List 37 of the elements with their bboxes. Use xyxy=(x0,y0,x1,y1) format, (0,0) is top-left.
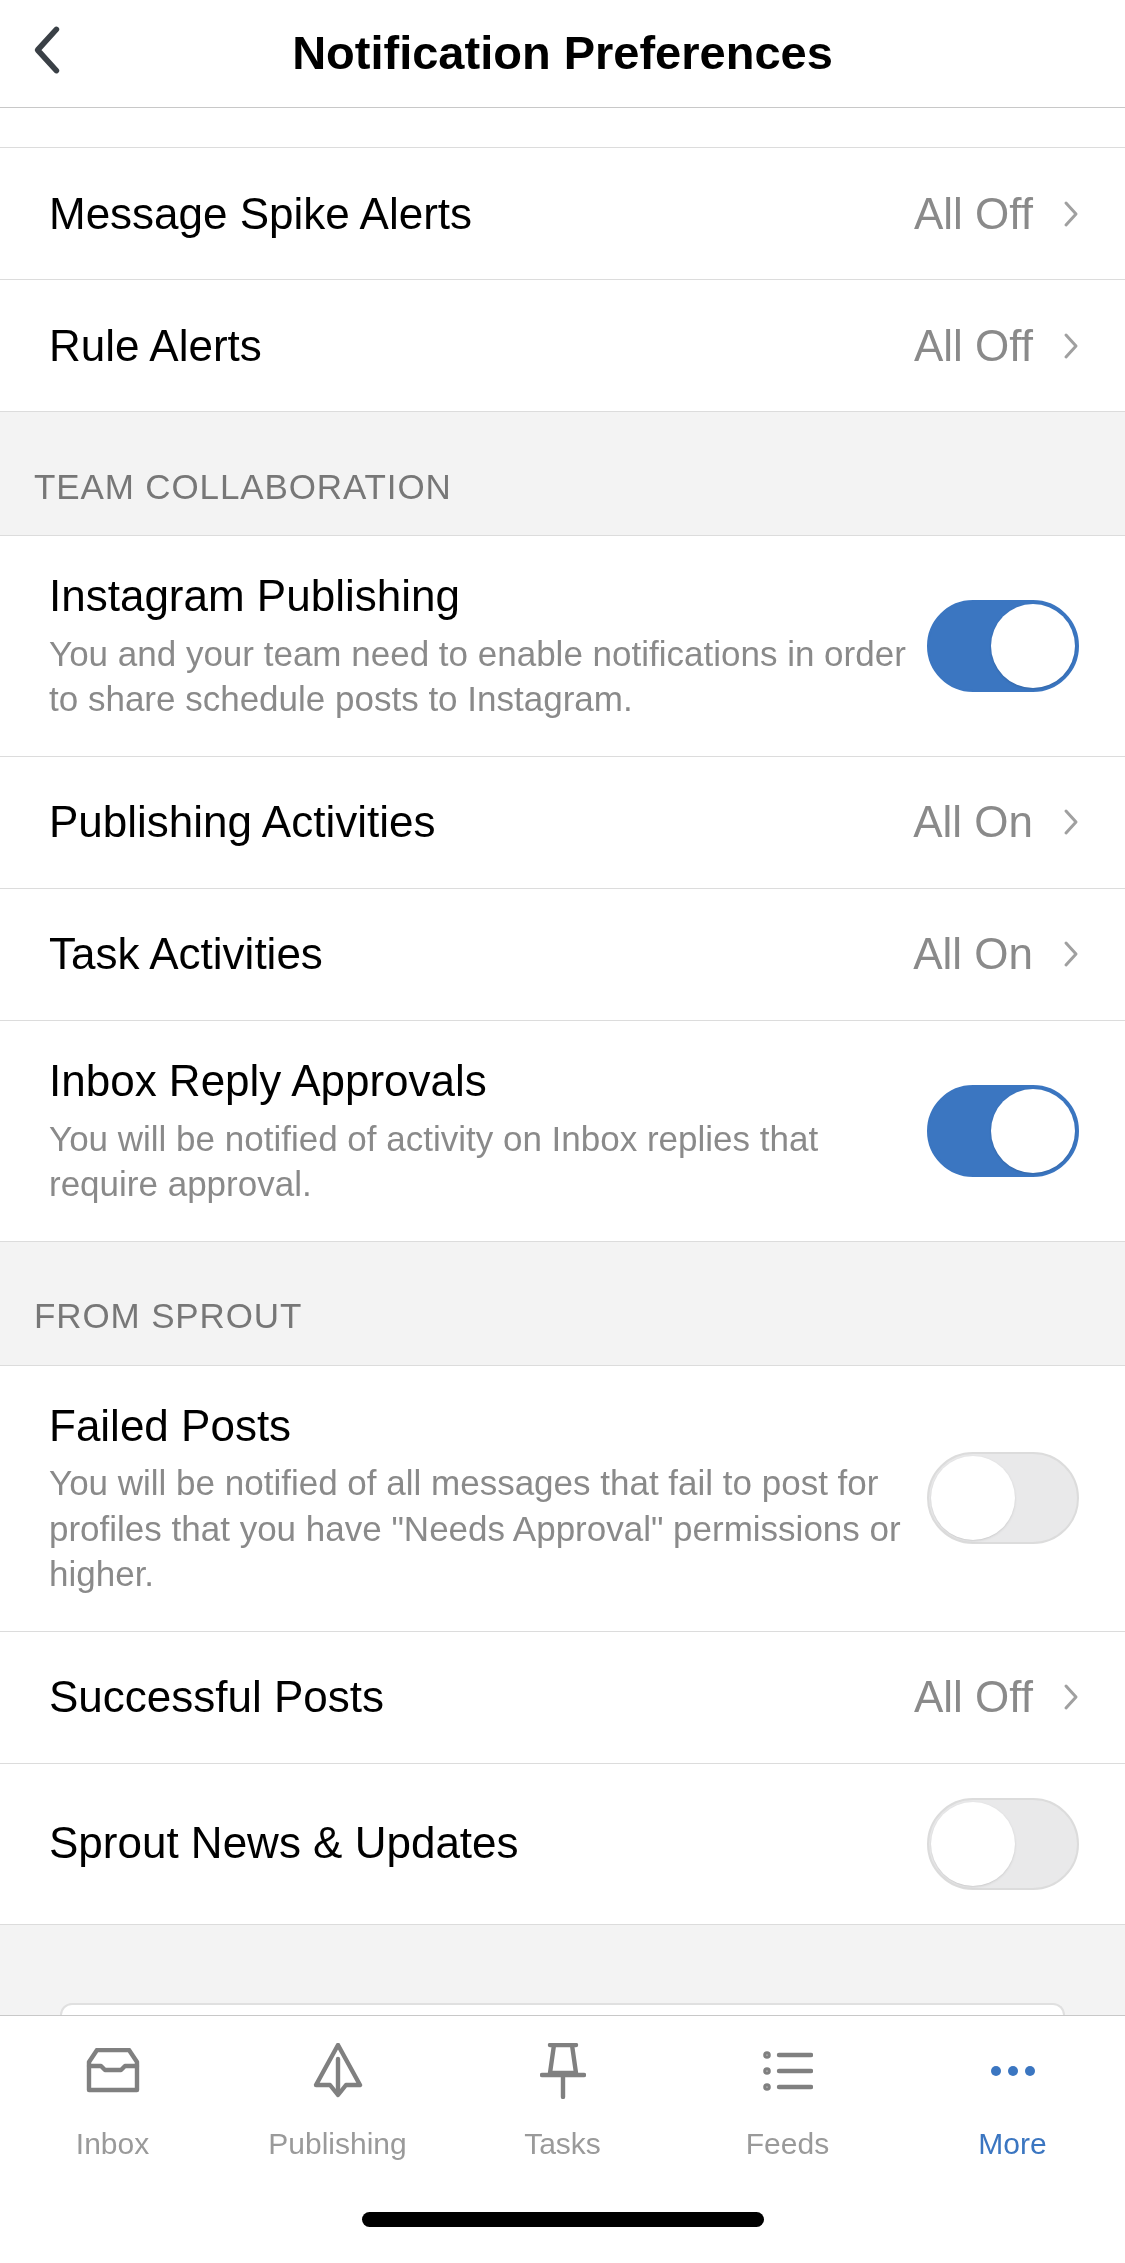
back-chevron-icon xyxy=(32,23,62,77)
settings-row[interactable]: Publishing Activities All On xyxy=(0,756,1125,889)
row-value: All Off xyxy=(914,187,1033,240)
chevron-right-icon xyxy=(1063,1683,1079,1712)
settings-row[interactable]: Successful Posts All Off xyxy=(0,1631,1125,1764)
row-description: You will be notified of activity on Inbox replies that require approval. xyxy=(49,1117,820,1206)
row-description: You and your team need to enable notifications in order to share schedule posts to Instagram. xyxy=(49,632,907,721)
row-label: Rule Alerts xyxy=(49,319,263,372)
tab-button[interactable]: More xyxy=(900,2016,1125,2176)
settings-row[interactable]: Message Spike Alerts All Off xyxy=(0,148,1125,280)
row-value: All Off xyxy=(914,1671,1033,1724)
chevron-right-icon xyxy=(1063,940,1079,969)
list-icon xyxy=(762,2049,813,2093)
pushpin-icon xyxy=(539,2043,586,2099)
row-value: All Off xyxy=(914,319,1033,372)
row-label: Message Spike Alerts xyxy=(49,187,474,240)
row-value: All On xyxy=(913,796,1033,849)
row-label: Sprout News & Updates xyxy=(49,1817,520,1870)
page-title: Notification Preferences xyxy=(292,25,833,82)
chevron-right-icon xyxy=(1063,331,1079,360)
section-header: FROM SPROUT xyxy=(34,1295,303,1338)
row-label: Instagram Publishing xyxy=(49,570,461,622)
row-label: Task Activities xyxy=(49,928,324,981)
settings-row[interactable]: Rule Alerts All Off xyxy=(0,280,1125,412)
row-label: Failed Posts xyxy=(49,1399,293,1452)
row-label: Publishing Activities xyxy=(49,796,437,849)
row-label: Successful Posts xyxy=(49,1671,386,1724)
section-header: TEAM COLLABORATION xyxy=(34,465,452,508)
settings-row[interactable]: Task Activities All On xyxy=(0,888,1125,1021)
paper-plane-icon xyxy=(311,2043,364,2099)
row-value: All On xyxy=(913,928,1033,981)
inbox-tray-icon xyxy=(84,2048,141,2094)
chevron-right-icon xyxy=(1063,199,1079,228)
row-label: Inbox Reply Approvals xyxy=(49,1054,488,1107)
more-dots-icon xyxy=(989,2065,1036,2077)
row-description: You will be notified of all messages that fail to post for profiles that you have "Needs Approval" permissions or higher. xyxy=(49,1462,902,1596)
chevron-right-icon xyxy=(1063,808,1079,837)
